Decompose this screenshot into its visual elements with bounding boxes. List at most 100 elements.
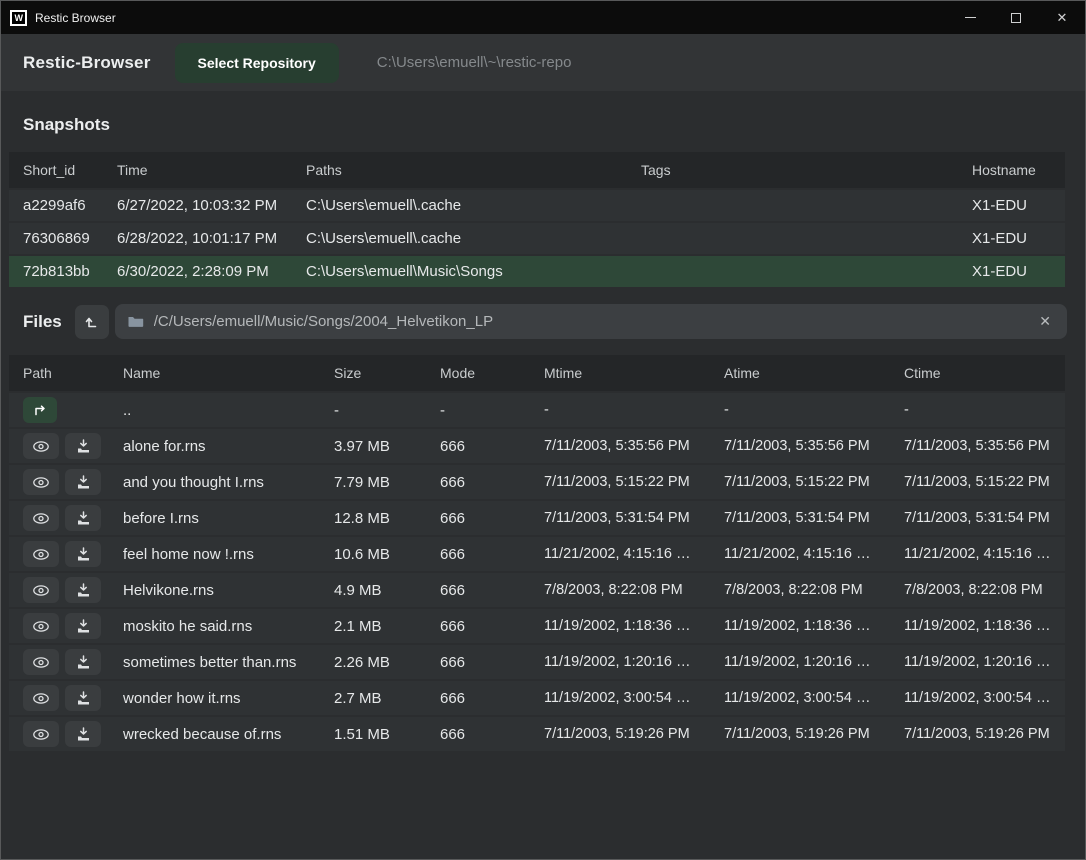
- download-file-button[interactable]: [65, 469, 101, 495]
- preview-file-button[interactable]: [23, 433, 59, 459]
- parent-directory-row[interactable]: .. - - - - -: [9, 393, 1065, 427]
- select-repository-button[interactable]: Select Repository: [175, 43, 339, 83]
- snapshot-hostname: X1-EDU: [972, 197, 1065, 214]
- snapshots-table: Short_id Time Paths Tags Hostname a2299a…: [9, 152, 1065, 289]
- repository-path: C:\Users\emuell\~\restic-repo: [377, 54, 572, 71]
- level-up-button[interactable]: [75, 305, 109, 339]
- file-path-input[interactable]: /C/Users/emuell/Music/Songs/2004_Helveti…: [115, 304, 1067, 339]
- snapshots-table-header: Short_id Time Paths Tags Hostname: [9, 152, 1065, 188]
- file-row[interactable]: Helvikone.rns 4.9 MB 666 7/8/2003, 8:22:…: [9, 573, 1065, 607]
- titlebar: W Restic Browser ✕: [1, 1, 1085, 34]
- snapshot-short-id: 76306869: [23, 230, 117, 247]
- file-atime: 7/11/2003, 5:35:56 PM: [724, 438, 904, 454]
- preview-file-button[interactable]: [23, 541, 59, 567]
- file-name: Helvikone.rns: [123, 582, 334, 599]
- file-path-value: /C/Users/emuell/Music/Songs/2004_Helveti…: [154, 313, 1026, 330]
- column-header-size: Size: [334, 365, 440, 381]
- file-size: 2.1 MB: [334, 618, 440, 635]
- file-mode: 666: [440, 510, 544, 527]
- file-ctime: -: [904, 402, 1065, 418]
- file-row[interactable]: wrecked because of.rns 1.51 MB 666 7/11/…: [9, 717, 1065, 751]
- download-file-button[interactable]: [65, 613, 101, 639]
- file-row[interactable]: feel home now !.rns 10.6 MB 666 11/21/20…: [9, 537, 1065, 571]
- download-icon: [76, 475, 91, 489]
- column-header-path: Path: [23, 365, 123, 381]
- arrow-up-right-icon: [32, 403, 48, 417]
- parent-row-actions: [23, 397, 123, 423]
- eye-icon: [32, 620, 50, 633]
- snapshot-short-id: a2299af6: [23, 197, 117, 214]
- file-row[interactable]: before I.rns 12.8 MB 666 7/11/2003, 5:31…: [9, 501, 1065, 535]
- file-mode: 666: [440, 618, 544, 635]
- clear-path-button[interactable]: ✕: [1035, 311, 1055, 332]
- download-file-button[interactable]: [65, 433, 101, 459]
- file-row-actions: [23, 433, 123, 459]
- download-icon: [76, 655, 91, 669]
- file-name: ..: [123, 402, 334, 419]
- file-row-actions: [23, 577, 123, 603]
- minimize-icon: [965, 17, 976, 18]
- eye-icon: [32, 440, 50, 453]
- file-name: and you thought I.rns: [123, 474, 334, 491]
- file-name: moskito he said.rns: [123, 618, 334, 635]
- window-title: Restic Browser: [35, 11, 116, 25]
- file-mtime: 11/19/2002, 1:18:36 …: [544, 618, 724, 634]
- file-atime: 7/11/2003, 5:31:54 PM: [724, 510, 904, 526]
- download-file-button[interactable]: [65, 505, 101, 531]
- file-row-actions: [23, 469, 123, 495]
- column-header-hostname: Hostname: [972, 162, 1065, 178]
- preview-file-button[interactable]: [23, 505, 59, 531]
- file-ctime: 7/11/2003, 5:35:56 PM: [904, 438, 1065, 454]
- preview-file-button[interactable]: [23, 721, 59, 747]
- download-file-button[interactable]: [65, 685, 101, 711]
- preview-file-button[interactable]: [23, 577, 59, 603]
- file-row[interactable]: sometimes better than.rns 2.26 MB 666 11…: [9, 645, 1065, 679]
- file-mode: 666: [440, 726, 544, 743]
- close-icon: ✕: [1057, 11, 1068, 24]
- file-ctime: 11/19/2002, 1:18:36 …: [904, 618, 1065, 634]
- snapshot-row[interactable]: 76306869 6/28/2022, 10:01:17 PM C:\Users…: [9, 223, 1065, 254]
- download-file-button[interactable]: [65, 577, 101, 603]
- download-icon: [76, 547, 91, 561]
- file-row[interactable]: and you thought I.rns 7.79 MB 666 7/11/2…: [9, 465, 1065, 499]
- download-file-button[interactable]: [65, 541, 101, 567]
- eye-icon: [32, 728, 50, 741]
- preview-file-button[interactable]: [23, 613, 59, 639]
- file-mtime: 11/21/2002, 4:15:16 …: [544, 546, 724, 562]
- preview-file-button[interactable]: [23, 649, 59, 675]
- file-mode: 666: [440, 438, 544, 455]
- preview-file-button[interactable]: [23, 685, 59, 711]
- download-file-button[interactable]: [65, 649, 101, 675]
- go-up-button[interactable]: [23, 397, 57, 423]
- snapshot-paths: C:\Users\emuell\Music\Songs: [306, 263, 641, 280]
- file-name: alone for.rns: [123, 438, 334, 455]
- file-mtime: 7/8/2003, 8:22:08 PM: [544, 582, 724, 598]
- column-header-tags: Tags: [641, 162, 972, 178]
- files-table-header: Path Name Size Mode Mtime Atime Ctime: [9, 355, 1065, 391]
- eye-icon: [32, 476, 50, 489]
- download-icon: [76, 511, 91, 525]
- download-icon: [76, 439, 91, 453]
- file-row[interactable]: moskito he said.rns 2.1 MB 666 11/19/200…: [9, 609, 1065, 643]
- file-size: 2.7 MB: [334, 690, 440, 707]
- files-bar: Files /C/Users/emuell/Music/Songs/2004_H…: [1, 289, 1085, 339]
- preview-file-button[interactable]: [23, 469, 59, 495]
- files-table-body: alone for.rns 3.97 MB 666 7/11/2003, 5:3…: [9, 429, 1065, 751]
- file-mtime: 11/19/2002, 3:00:54 …: [544, 690, 724, 706]
- file-row[interactable]: wonder how it.rns 2.7 MB 666 11/19/2002,…: [9, 681, 1065, 715]
- snapshot-row[interactable]: 72b813bb 6/30/2022, 2:28:09 PM C:\Users\…: [9, 256, 1065, 287]
- file-row[interactable]: alone for.rns 3.97 MB 666 7/11/2003, 5:3…: [9, 429, 1065, 463]
- file-atime: -: [724, 402, 904, 418]
- close-button[interactable]: ✕: [1039, 1, 1085, 34]
- file-ctime: 11/19/2002, 1:20:16 …: [904, 654, 1065, 670]
- maximize-button[interactable]: [993, 1, 1039, 34]
- file-name: before I.rns: [123, 510, 334, 527]
- minimize-button[interactable]: [947, 1, 993, 34]
- snapshot-time: 6/27/2022, 10:03:32 PM: [117, 197, 306, 214]
- file-size: 7.79 MB: [334, 474, 440, 491]
- snapshot-row[interactable]: a2299af6 6/27/2022, 10:03:32 PM C:\Users…: [9, 190, 1065, 221]
- column-header-time: Time: [117, 162, 306, 178]
- file-mtime: 7/11/2003, 5:15:22 PM: [544, 474, 724, 490]
- file-mode: 666: [440, 582, 544, 599]
- download-file-button[interactable]: [65, 721, 101, 747]
